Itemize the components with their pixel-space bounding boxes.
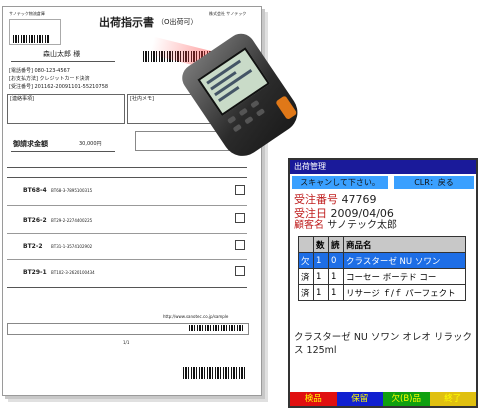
col-scanned: 読 (328, 236, 344, 253)
item-table-header: 数 読 商品名 (298, 236, 466, 253)
row-status: 欠 (298, 252, 314, 269)
recipient-underline (11, 61, 115, 62)
device-screen: 出荷管理 スキャンして下さい。 CLR：戻る 受注番号 47769 受注日 20… (288, 158, 478, 408)
item-sub-code: BT102-3-2620100434 (51, 270, 95, 275)
sheet-company-left: サノテック物流倉庫 (9, 11, 45, 16)
finish-button[interactable]: 終了 (429, 392, 476, 406)
row-product-name: コーセー ボーテド コー (343, 268, 466, 285)
item-sub-code: BT31-1-3574102902 (51, 244, 93, 249)
customer-value: サノテック太郎 (327, 220, 397, 231)
item-code: BT29-1 (23, 269, 47, 276)
item-checkbox[interactable] (235, 266, 245, 276)
table-header-bottom (7, 177, 247, 178)
footer-barcode (183, 367, 247, 379)
footer-barcode-small (189, 325, 243, 331)
row-product-name: クラスターゼ NU ソワン (343, 252, 466, 269)
item-sub-code: BT29-2-2274400225 (51, 218, 93, 223)
recipient-name: 森山太郎 様 (43, 50, 81, 58)
function-key-bar: 検品 保留 欠(B)品 終了 (290, 392, 476, 406)
table-bottom (7, 287, 247, 288)
item-checkbox[interactable] (235, 185, 245, 195)
sheet-title: 出荷指示書 (99, 16, 154, 29)
billing-underline (11, 151, 115, 152)
row-divider (7, 259, 247, 260)
col-quantity: 数 (313, 236, 329, 253)
sheet-payment: [お支払方法] クレジットカード決済 (9, 76, 90, 82)
sheet-order-ref: [受注番号] 201162-20091101-55210758 (9, 84, 109, 90)
hold-button[interactable]: 保留 (336, 392, 383, 406)
product-detail-text: クラスターゼ NU ソワン オレオ リラックス 125ml (294, 332, 472, 356)
item-code: BT26-2 (23, 217, 47, 224)
item-table-row[interactable]: 欠 1 0 クラスターゼ NU ソワン (298, 252, 466, 269)
customer-label: 顧客名 (294, 220, 324, 231)
item-table: 数 読 商品名 欠 1 0 クラスターゼ NU ソワン 済 1 1 コーセー ボ… (298, 236, 466, 301)
order-number-row: 受注番号 47769 (294, 194, 377, 205)
page-number: 1/1 (123, 340, 130, 345)
row-divider (7, 205, 247, 206)
sheet-company-right: 株式会社 サノテック (209, 11, 247, 16)
item-code: BT2-2 (23, 243, 43, 250)
order-date-value: 2009/04/06 (330, 207, 394, 220)
order-number-label: 受注番号 (294, 193, 338, 206)
notes-label: [連絡事項] (10, 96, 34, 102)
row-scanned: 1 (328, 284, 344, 301)
row-quantity: 1 (313, 268, 329, 285)
billing-label: 御請求金額 (13, 140, 48, 148)
row-quantity: 1 (313, 284, 329, 301)
memo-label: [社内メモ] (130, 96, 154, 102)
item-checkbox[interactable] (235, 213, 245, 223)
footer-url: http://www.sanotec.co.jp/sample (163, 314, 229, 319)
row-status: 済 (298, 268, 314, 285)
row-product-name: リサージ ｆ/ｆ パーフェクト (343, 284, 466, 301)
item-code: BT68-4 (23, 187, 47, 194)
backorder-button[interactable]: 欠(B)品 (383, 392, 430, 406)
order-date-row: 受注日 2009/04/06 (294, 208, 394, 219)
col-status (298, 236, 314, 253)
customer-row: 顧客名 サノテック太郎 (294, 221, 397, 231)
inspect-button[interactable]: 検品 (290, 392, 337, 406)
row-scanned: 0 (328, 252, 344, 269)
sender-barcode (13, 35, 49, 43)
row-divider (7, 233, 247, 234)
item-checkbox[interactable] (235, 240, 245, 250)
device-title-bar: 出荷管理 (290, 160, 476, 174)
sheet-title-suffix: （O出荷可） (157, 18, 198, 26)
row-scanned: 1 (328, 268, 344, 285)
sheet-tel: [電話番号] 080-123-4567 (9, 68, 70, 74)
scan-prompt: スキャンして下さい。 (292, 176, 388, 189)
item-table-row[interactable]: 済 1 1 リサージ ｆ/ｆ パーフェクト (298, 284, 466, 301)
order-date-label: 受注日 (294, 207, 327, 220)
order-number-value: 47769 (341, 193, 377, 206)
billing-amount: 30,000円 (79, 141, 102, 147)
row-quantity: 1 (313, 252, 329, 269)
item-table-row[interactable]: 済 1 1 コーセー ボーテド コー (298, 268, 466, 285)
col-product-name: 商品名 (343, 236, 466, 253)
table-header-top (7, 167, 247, 168)
item-sub-code: BT68-3-7895100315 (51, 188, 93, 193)
row-status: 済 (298, 284, 314, 301)
clear-back-button[interactable]: CLR：戻る (394, 176, 474, 189)
